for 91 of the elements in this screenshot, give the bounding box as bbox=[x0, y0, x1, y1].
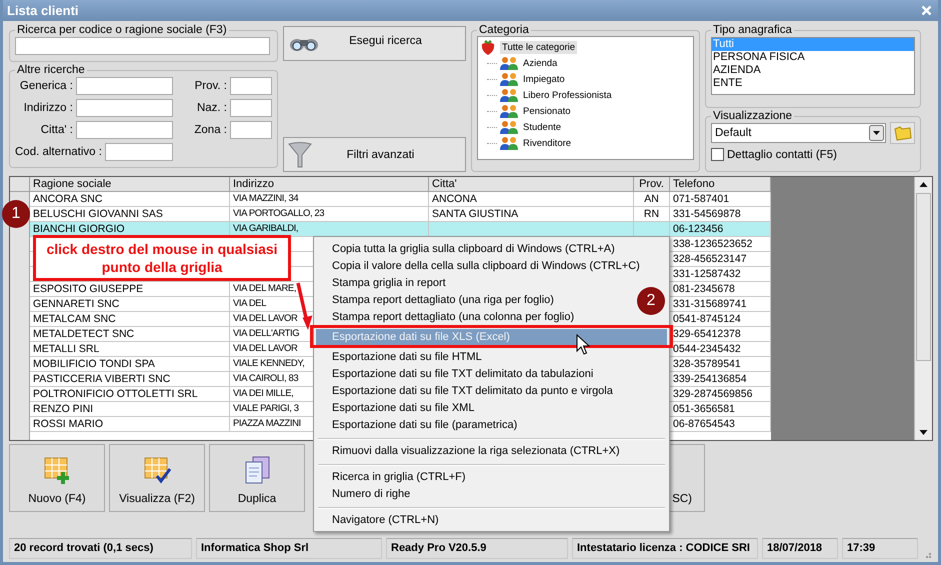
status-panel: Informatica Shop Srl bbox=[196, 538, 382, 559]
strawberry-icon bbox=[480, 39, 496, 55]
tree-item[interactable]: Libero Professionista bbox=[521, 88, 614, 102]
field-label: Prov. : bbox=[194, 80, 227, 92]
input-field[interactable] bbox=[230, 98, 272, 116]
checkbox-label: Dettaglio contatti (F5) bbox=[727, 148, 837, 160]
people-icon bbox=[499, 56, 519, 70]
tree-item[interactable]: Rivenditore bbox=[521, 136, 574, 150]
folder-button[interactable] bbox=[890, 122, 915, 144]
field-label: Generica : bbox=[20, 80, 73, 92]
list-item[interactable]: ENTE bbox=[712, 77, 914, 90]
tree-item[interactable]: Azienda bbox=[521, 56, 560, 70]
table-cell: METALCAM SNC bbox=[30, 312, 230, 326]
search-field[interactable] bbox=[15, 37, 270, 55]
status-panel: Intestatario licenza : CODICE SRI bbox=[572, 538, 758, 559]
table-cell: VIA GARIBALDI, bbox=[230, 222, 429, 236]
status-panel: 18/07/2018 bbox=[762, 538, 838, 559]
search-button[interactable]: Esegui ricerca bbox=[283, 26, 466, 61]
input-field[interactable] bbox=[104, 142, 173, 160]
menu-item[interactable]: Copia tutta la griglia sulla clipboard di Windows (CTRL+A) bbox=[316, 241, 619, 258]
input-field[interactable] bbox=[76, 120, 173, 138]
input-field[interactable] bbox=[230, 120, 272, 138]
menu-item[interactable]: Rimuovi dalla visualizzazione la riga selezionata (CTRL+X) bbox=[316, 443, 624, 460]
people-icon bbox=[499, 104, 519, 118]
window-title: Lista clienti bbox=[7, 3, 79, 18]
dropdown-icon bbox=[869, 125, 884, 141]
table-cell: METALDETECT SNC bbox=[30, 327, 230, 341]
table-cell: RENZO PINI bbox=[30, 402, 230, 416]
scroll-thumb[interactable] bbox=[916, 193, 931, 361]
toolbar-button[interactable]: Nuovo (F4) bbox=[9, 444, 105, 512]
table-cell: VIA PORTOGALLO, 23 bbox=[230, 207, 429, 221]
group-label: Altre ricerche bbox=[16, 64, 86, 76]
people-icon bbox=[499, 72, 519, 86]
people-icon bbox=[499, 120, 519, 134]
field-label: Zona : bbox=[194, 124, 227, 136]
field-label: Naz. : bbox=[196, 102, 227, 114]
table-cell: ANCONA bbox=[429, 192, 634, 206]
table-cell: ROSSI MARIO bbox=[30, 417, 230, 431]
list-item[interactable]: PERSONA FISICA bbox=[712, 51, 914, 64]
field-label: Indirizzo : bbox=[24, 102, 73, 114]
table-cell: SANTA GIUSTINA bbox=[429, 207, 634, 221]
status-panel: 17:39 bbox=[842, 538, 918, 559]
field-label: Cod. alternativo : bbox=[15, 146, 102, 158]
menu-item[interactable]: Ricerca in griglia (CTRL+F) bbox=[316, 469, 470, 486]
group-label: Tipo anagrafica bbox=[712, 24, 793, 36]
people-icon bbox=[499, 88, 519, 102]
table-row[interactable]: ANCORA SNC VIA MAZZINI, 34 ANCONA AN 071-587401 bbox=[30, 192, 771, 207]
input-field[interactable] bbox=[76, 76, 173, 94]
grid-plus-icon bbox=[42, 455, 72, 485]
menu-item[interactable]: Numero di righe bbox=[316, 486, 414, 503]
list-item[interactable]: AZIENDA bbox=[712, 64, 914, 77]
scrollbar[interactable] bbox=[914, 177, 932, 440]
menu-item[interactable]: Copia il valore della cella sulla clipboard di Windows (CTRL+C) bbox=[316, 258, 644, 275]
toolbar-button[interactable]: Duplica bbox=[209, 444, 305, 512]
folder-icon bbox=[894, 126, 912, 140]
tree-item[interactable]: Studente bbox=[521, 120, 564, 134]
people-icon bbox=[499, 136, 519, 150]
input-field[interactable] bbox=[230, 76, 272, 94]
table-cell: POLTRONIFICIO OTTOLETTI SRL bbox=[30, 387, 230, 401]
table-cell: MOBILIFICIO TONDI SPA bbox=[30, 357, 230, 371]
cursor-icon bbox=[576, 334, 590, 356]
grid-check-icon bbox=[142, 455, 172, 485]
toolbar-button[interactable]: Visualizza (F2) bbox=[109, 444, 205, 512]
table-cell: ANCORA SNC bbox=[30, 192, 230, 206]
checkbox[interactable] bbox=[711, 148, 724, 161]
tree-item[interactable]: Tutte le categorie bbox=[500, 40, 578, 54]
view-dropdown[interactable]: Default bbox=[711, 123, 886, 143]
status-panel: 20 record trovati (0,1 secs) bbox=[9, 538, 192, 559]
close-icon bbox=[920, 5, 932, 16]
group-label: Categoria bbox=[478, 24, 530, 36]
status-panel: Ready Pro V20.5.9 bbox=[386, 538, 568, 559]
table-cell: ESPOSITO GIUSEPPE bbox=[30, 282, 230, 296]
field-label: Citta' : bbox=[40, 124, 73, 136]
table-cell: PASTICCERIA VIBERTI SNC bbox=[30, 372, 230, 386]
tree-item[interactable]: Impiegato bbox=[521, 72, 567, 86]
tree-item[interactable]: Pensionato bbox=[521, 104, 573, 118]
menu-item[interactable]: Navigatore (CTRL+N) bbox=[316, 512, 443, 529]
callout-note: click destro del mouse in qualsiasi punto della griglia bbox=[33, 235, 291, 281]
input-field[interactable] bbox=[76, 98, 173, 116]
table-cell: METALLI SRL bbox=[30, 342, 230, 356]
filter-button[interactable]: Filtri avanzati bbox=[283, 137, 466, 172]
table-cell: AN bbox=[634, 192, 670, 206]
funnel-icon bbox=[288, 142, 312, 168]
group-label: Ricerca per codice o ragione sociale (F3) bbox=[16, 24, 228, 36]
table-cell: GENNARETI SNC bbox=[30, 297, 230, 311]
group-label: Visualizzazione bbox=[712, 110, 794, 122]
column-header[interactable]: Telefono bbox=[670, 177, 771, 191]
table-cell: BIANCHI GIORGIO bbox=[30, 222, 230, 236]
table-cell: VIA MAZZINI, 34 bbox=[230, 192, 429, 206]
table-cell: 06-123456 bbox=[670, 222, 771, 236]
table-cell: RN bbox=[634, 207, 670, 221]
